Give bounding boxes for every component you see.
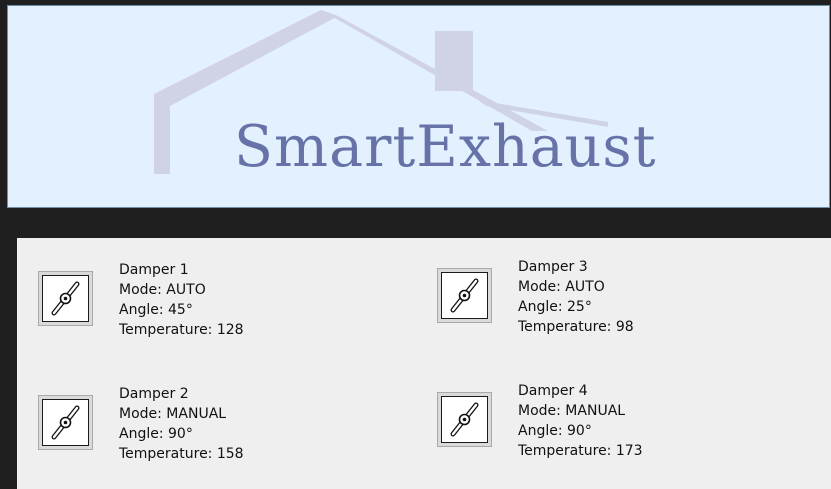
damper-valve-icon xyxy=(450,402,479,437)
damper-name: Damper 4 xyxy=(518,383,588,399)
damper-mode: Mode: AUTO xyxy=(119,282,206,298)
damper-4-button[interactable] xyxy=(437,392,492,447)
damper-3-button[interactable] xyxy=(437,268,492,323)
damper-4-info: Damper 4 Mode: MANUAL Angle: 90° Tempera… xyxy=(518,381,643,461)
damper-1-info: Damper 1 Mode: AUTO Angle: 45° Temperatu… xyxy=(119,260,244,340)
damper-temperature: Temperature: 98 xyxy=(518,319,634,335)
damper-angle: Angle: 25° xyxy=(518,299,592,315)
damper-panel: Damper 1 Mode: AUTO Angle: 45° Temperatu… xyxy=(17,238,831,489)
damper-mode: Mode: MANUAL xyxy=(518,403,626,419)
damper-angle: Angle: 90° xyxy=(119,426,193,442)
header-banner: SmartExhaust xyxy=(7,5,830,208)
damper-2-info: Damper 2 Mode: MANUAL Angle: 90° Tempera… xyxy=(119,384,244,464)
damper-valve-icon xyxy=(51,281,80,316)
damper-temperature: Temperature: 158 xyxy=(119,446,244,462)
damper-mode: Mode: AUTO xyxy=(518,279,605,295)
damper-3-info: Damper 3 Mode: AUTO Angle: 25° Temperatu… xyxy=(518,257,634,337)
brand-title: SmartExhaust xyxy=(234,114,657,180)
damper-name: Damper 2 xyxy=(119,386,189,402)
damper-mode: Mode: MANUAL xyxy=(119,406,227,422)
damper-2-button[interactable] xyxy=(38,395,93,450)
damper-temperature: Temperature: 173 xyxy=(518,443,643,459)
damper-valve-icon xyxy=(51,405,80,440)
damper-valve-icon xyxy=(450,278,479,313)
damper-name: Damper 3 xyxy=(518,259,588,275)
damper-name: Damper 1 xyxy=(119,262,189,278)
damper-angle: Angle: 90° xyxy=(518,423,592,439)
damper-1-button[interactable] xyxy=(38,271,93,326)
damper-temperature: Temperature: 128 xyxy=(119,322,244,338)
damper-angle: Angle: 45° xyxy=(119,302,193,318)
